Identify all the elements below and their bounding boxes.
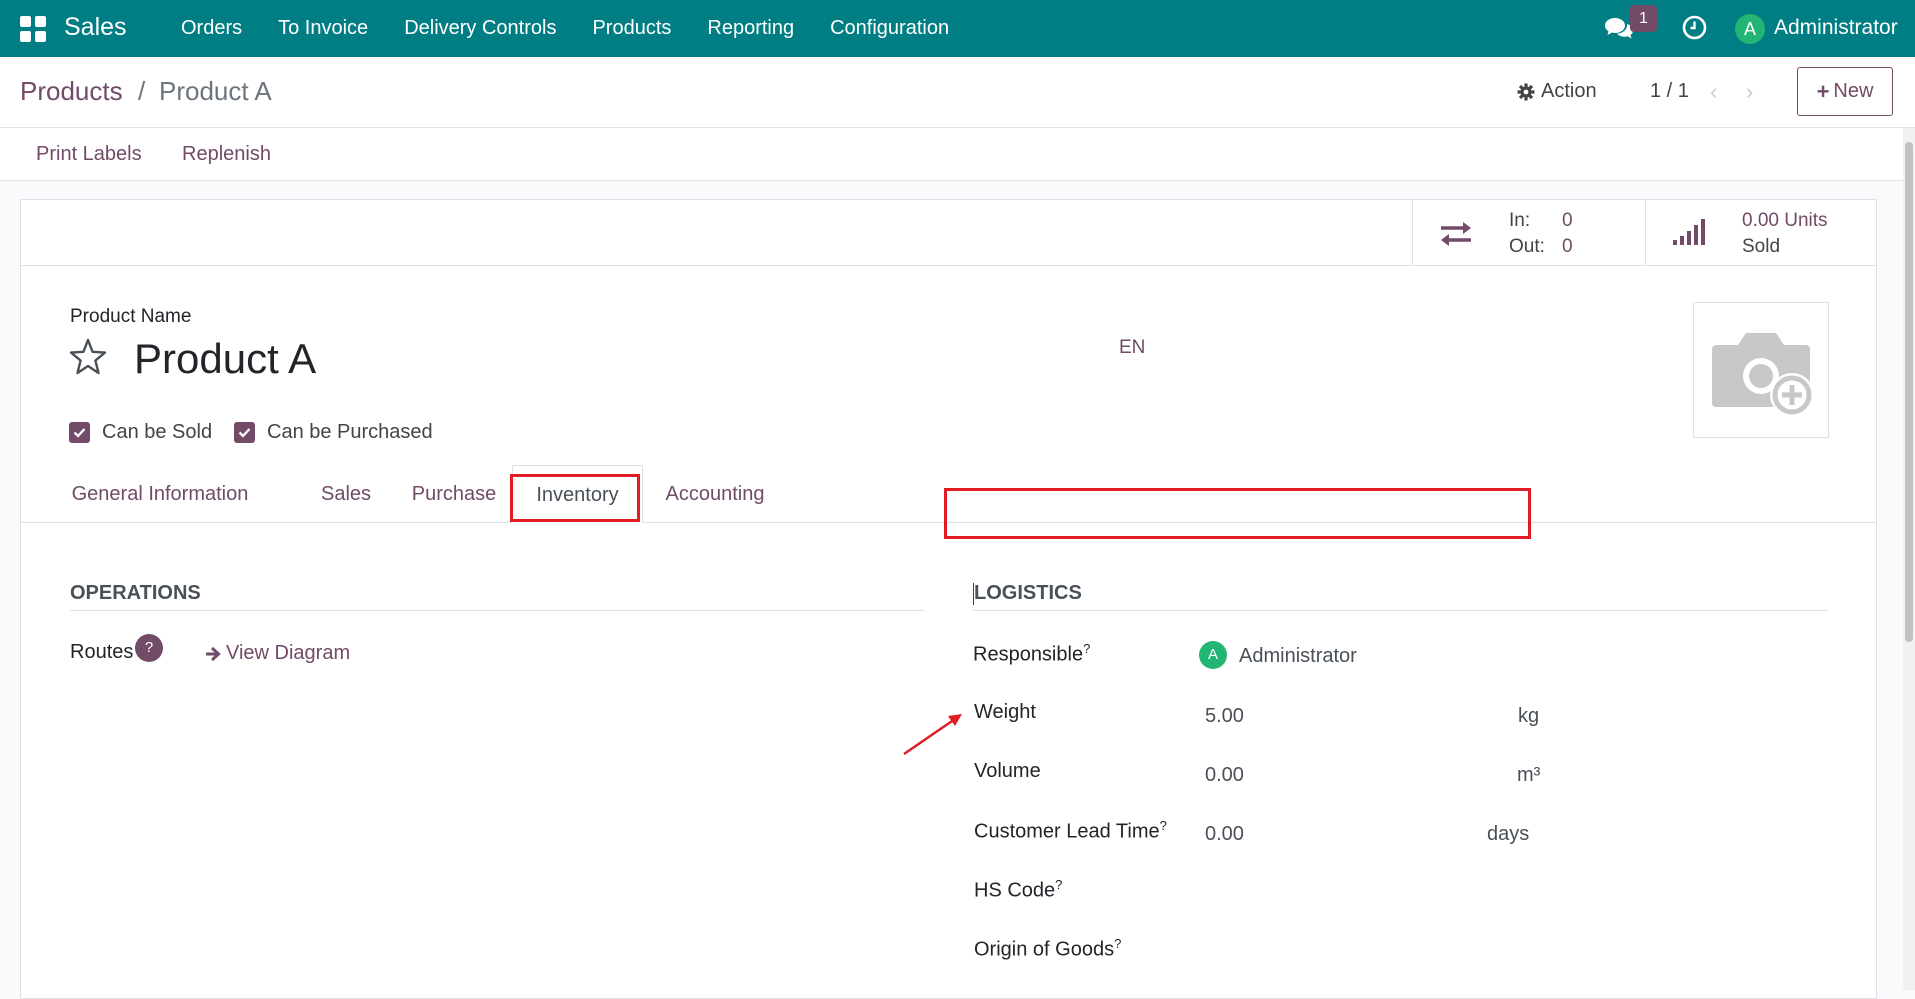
product-image-placeholder[interactable] [1693, 302, 1829, 438]
weight-unit: kg [1518, 705, 1540, 727]
transfer-arrows-icon [1441, 222, 1471, 246]
statusbar: Print Labels Replenish [0, 128, 1915, 181]
camera-plus-icon [1712, 333, 1814, 417]
in-value: 0 [1562, 210, 1573, 231]
app-brand[interactable]: Sales [64, 13, 127, 42]
checkbox-checked-icon [234, 422, 255, 443]
can-be-purchased-checkbox[interactable]: Can be Purchased [234, 421, 433, 444]
out-value: 0 [1562, 236, 1573, 257]
breadcrumb-separator: / [138, 76, 146, 106]
replenish-button[interactable]: Replenish [182, 143, 271, 166]
tab-sales[interactable]: Sales [311, 465, 381, 523]
weight-row-highlight [944, 488, 1531, 539]
operations-divider [70, 610, 925, 611]
scrollbar-thumb[interactable] [1905, 142, 1913, 642]
logistics-divider [973, 610, 1828, 611]
arrow-right-icon [206, 646, 221, 661]
tooltip-mark[interactable]: ? [1055, 877, 1062, 892]
action-button[interactable]: Action [1517, 80, 1597, 103]
star-icon[interactable] [68, 337, 108, 377]
tab-general-information[interactable]: General Information [69, 465, 251, 523]
weight-field[interactable]: 5.00 [1205, 705, 1244, 728]
user-name[interactable]: Administrator [1774, 16, 1898, 40]
tooltip-mark[interactable]: ? [1114, 936, 1121, 951]
in-out-smart-button[interactable]: In: 0 Out: 0 [1412, 200, 1645, 266]
customer-lead-time-unit: days [1487, 823, 1530, 845]
logistics-group-title: LOGISTICS [974, 582, 1082, 604]
apps-menu-icon[interactable] [20, 16, 46, 42]
origin-of-goods-label: Origin of Goods? [974, 936, 1122, 961]
view-diagram-link[interactable]: View Diagram [204, 642, 350, 665]
weight-label: Weight [974, 701, 1036, 723]
sold-value: 0.00 Units [1742, 210, 1828, 231]
operations-group-title: OPERATIONS [70, 582, 201, 604]
out-label: Out: [1509, 236, 1545, 257]
checkbox-checked-icon [69, 422, 90, 443]
help-tooltip-icon[interactable]: ? [135, 634, 163, 662]
pager-previous-button[interactable]: ‹ [1710, 79, 1717, 105]
page-scrollbar[interactable] [1903, 128, 1915, 990]
tab-purchase[interactable]: Purchase [399, 465, 509, 523]
responsible-field[interactable]: Administrator [1239, 645, 1357, 668]
new-label: New [1833, 80, 1874, 102]
volume-label: Volume [974, 760, 1041, 782]
clock-icon[interactable] [1682, 15, 1707, 40]
tooltip-mark[interactable]: ? [1083, 641, 1090, 656]
tab-accounting[interactable]: Accounting [651, 465, 779, 523]
smart-button-box: In: 0 Out: 0 0.00 Units Sold [21, 200, 1876, 266]
can-be-sold-checkbox[interactable]: Can be Sold [69, 421, 212, 444]
menu-item-products[interactable]: Products [592, 17, 671, 40]
tooltip-mark[interactable]: ? [1160, 818, 1167, 833]
control-panel: Products / Product A Action 1 / 1 ‹ › + … [0, 57, 1915, 128]
customer-lead-time-label: Customer Lead Time? [974, 818, 1167, 843]
sold-smart-button[interactable]: 0.00 Units Sold [1645, 200, 1876, 266]
pager-value[interactable]: 1 / 1 [1650, 80, 1689, 103]
signal-bars-icon [1673, 219, 1705, 245]
hs-code-label: HS Code? [974, 877, 1063, 902]
sold-label: Sold [1742, 236, 1781, 257]
user-avatar[interactable]: A [1735, 14, 1765, 44]
pager-next-button[interactable]: › [1746, 79, 1753, 105]
gear-icon [1517, 83, 1535, 100]
customer-lead-time-field[interactable]: 0.00 [1205, 823, 1244, 846]
breadcrumb-products[interactable]: Products [20, 76, 123, 107]
print-labels-button[interactable]: Print Labels [36, 143, 142, 166]
menu-item-orders[interactable]: Orders [181, 17, 242, 40]
breadcrumb-current: Product A [159, 76, 272, 106]
top-navbar: Sales Orders To Invoice Delivery Control… [0, 0, 1915, 57]
routes-label: Routes [70, 641, 134, 663]
main-menu: Orders To Invoice Delivery Controls Prod… [181, 17, 985, 40]
can-be-purchased-label: Can be Purchased [267, 421, 433, 443]
new-button[interactable]: + New [1797, 67, 1893, 116]
chat-badge: 1 [1630, 5, 1657, 32]
menu-item-reporting[interactable]: Reporting [707, 17, 794, 40]
language-button[interactable]: EN [1119, 337, 1145, 359]
responsible-avatar: A [1199, 641, 1227, 669]
form-sheet: In: 0 Out: 0 0.00 Units Sold Product Nam… [20, 199, 1877, 999]
in-label: In: [1509, 210, 1531, 231]
product-name-label: Product Name [70, 306, 192, 327]
menu-item-to-invoice[interactable]: To Invoice [278, 17, 368, 40]
menu-item-configuration[interactable]: Configuration [830, 17, 949, 40]
plus-icon: + [1816, 78, 1830, 104]
inventory-tab-highlight [510, 474, 640, 522]
view-diagram-label: View Diagram [226, 642, 351, 664]
volume-field[interactable]: 0.00 [1205, 764, 1244, 787]
menu-item-delivery-controls[interactable]: Delivery Controls [404, 17, 556, 40]
responsible-label: Responsible? [973, 641, 1091, 666]
action-label: Action [1541, 80, 1597, 102]
product-name-field[interactable]: Product A [134, 335, 316, 383]
volume-unit: m³ [1517, 764, 1541, 786]
can-be-sold-label: Can be Sold [102, 421, 213, 443]
